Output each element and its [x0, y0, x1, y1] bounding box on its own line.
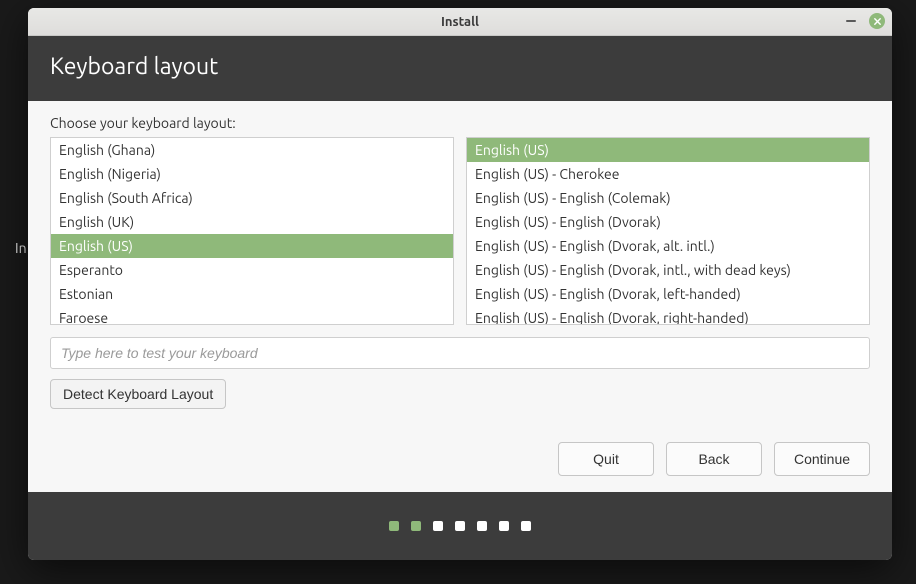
page-header: Keyboard layout: [28, 36, 892, 101]
backdrop-partial-text: In: [15, 240, 27, 256]
quit-button[interactable]: Quit: [558, 442, 654, 476]
language-list[interactable]: English (Ghana)English (Nigeria)English …: [50, 137, 454, 325]
progress-dot: [499, 521, 509, 531]
progress-dot: [433, 521, 443, 531]
installer-window: Install Keyboard layout Choose your keyb…: [28, 8, 892, 560]
minimize-button[interactable]: [842, 12, 860, 30]
list-item[interactable]: English (US): [51, 234, 453, 258]
progress-dots: [389, 521, 531, 531]
back-button[interactable]: Back: [666, 442, 762, 476]
list-item[interactable]: English (US) - English (Dvorak, right-ha…: [467, 306, 869, 325]
progress-dot: [521, 521, 531, 531]
list-item[interactable]: Esperanto: [51, 258, 453, 282]
list-item[interactable]: English (US) - Cherokee: [467, 162, 869, 186]
list-item[interactable]: English (US): [467, 138, 869, 162]
titlebar: Install: [28, 8, 892, 36]
close-icon: [869, 13, 885, 29]
list-item[interactable]: English (South Africa): [51, 186, 453, 210]
list-item[interactable]: English (US) - English (Colemak): [467, 186, 869, 210]
list-item[interactable]: English (Ghana): [51, 138, 453, 162]
minimize-icon: [846, 20, 856, 22]
choose-layout-label: Choose your keyboard layout:: [50, 115, 870, 131]
content-area: Choose your keyboard layout: English (Gh…: [28, 101, 892, 492]
list-item[interactable]: English (US) - English (Dvorak, left-han…: [467, 282, 869, 306]
list-item[interactable]: Faroese: [51, 306, 453, 325]
window-controls: [842, 12, 886, 30]
wizard-actions: Quit Back Continue: [50, 424, 870, 476]
close-button[interactable]: [868, 12, 886, 30]
list-item[interactable]: English (Nigeria): [51, 162, 453, 186]
list-item[interactable]: English (US) - English (Dvorak, alt. int…: [467, 234, 869, 258]
variant-list[interactable]: English (US)English (US) - CherokeeEngli…: [466, 137, 870, 325]
progress-dot: [389, 521, 399, 531]
footer: [28, 492, 892, 560]
continue-button[interactable]: Continue: [774, 442, 870, 476]
progress-dot: [455, 521, 465, 531]
keyboard-test-input[interactable]: [50, 337, 870, 369]
detect-layout-button[interactable]: Detect Keyboard Layout: [50, 379, 226, 409]
list-item[interactable]: English (US) - English (Dvorak, intl., w…: [467, 258, 869, 282]
layout-lists-row: English (Ghana)English (Nigeria)English …: [50, 137, 870, 325]
window-title: Install: [441, 15, 479, 29]
progress-dot: [477, 521, 487, 531]
list-item[interactable]: English (US) - English (Dvorak): [467, 210, 869, 234]
page-title: Keyboard layout: [50, 54, 218, 79]
progress-dot: [411, 521, 421, 531]
list-item[interactable]: English (UK): [51, 210, 453, 234]
list-item[interactable]: Estonian: [51, 282, 453, 306]
